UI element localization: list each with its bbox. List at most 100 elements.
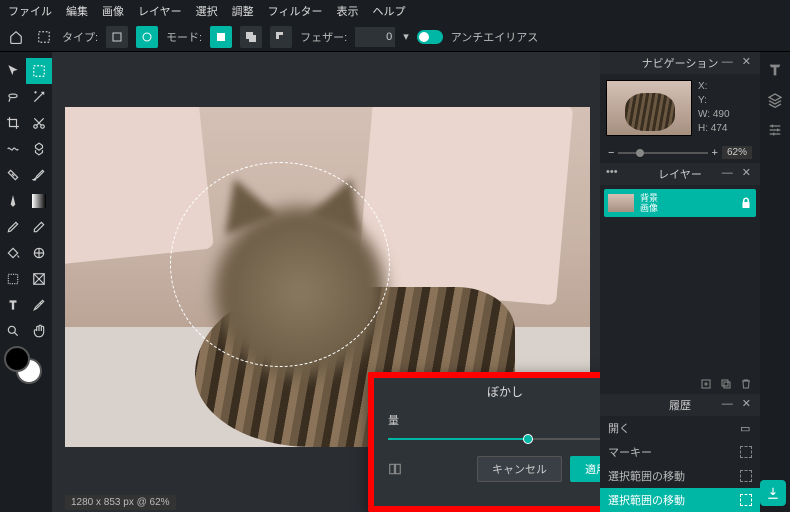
- lock-icon[interactable]: [740, 197, 752, 209]
- menu-file[interactable]: ファイル: [8, 3, 52, 19]
- layers-title: レイヤー: [658, 166, 702, 182]
- home-icon[interactable]: [6, 27, 26, 47]
- replace-color-tool[interactable]: [26, 240, 52, 266]
- brush-tool[interactable]: [26, 162, 52, 188]
- marquee-icon[interactable]: [34, 27, 54, 47]
- amount-label: 量: [388, 412, 399, 428]
- history-item[interactable]: マーキー: [600, 440, 760, 464]
- mode-new-button[interactable]: [210, 26, 232, 48]
- blur-dialog: ぼかし ✕ 量 60 キャンセル 適用: [368, 372, 600, 512]
- menu-view[interactable]: 表示: [336, 3, 358, 19]
- selection-marquee[interactable]: [170, 162, 390, 367]
- foreground-color[interactable]: [4, 346, 30, 372]
- zoom-value: 62%: [722, 146, 752, 159]
- history-item[interactable]: 開く▭: [600, 416, 760, 440]
- shape-tool[interactable]: [0, 266, 26, 292]
- mode-add-button[interactable]: [240, 26, 262, 48]
- wand-tool[interactable]: [26, 84, 52, 110]
- feather-dropdown-icon[interactable]: ▾: [403, 30, 409, 43]
- eraser-tool[interactable]: [26, 214, 52, 240]
- panel-controls[interactable]: — ✕: [722, 166, 754, 179]
- feather-input[interactable]: [355, 27, 395, 47]
- zoom-slider[interactable]: [618, 152, 707, 154]
- antialias-toggle[interactable]: [417, 30, 443, 44]
- canvas-area[interactable]: 1280 x 853 px @ 62% ぼかし ✕ 量 60 キャンセル 適用: [52, 52, 600, 512]
- navigator-title: ナビゲーション: [642, 55, 719, 71]
- frame-tool[interactable]: [26, 266, 52, 292]
- lasso-tool[interactable]: [0, 84, 26, 110]
- history-step-icon: [740, 494, 752, 506]
- zoom-tool[interactable]: [0, 318, 26, 344]
- layer-thumbnail[interactable]: [608, 194, 634, 212]
- type-ellipse-button[interactable]: [136, 26, 158, 48]
- marquee-tool[interactable]: [26, 58, 52, 84]
- color-swatches[interactable]: [0, 344, 52, 388]
- menu-filter[interactable]: フィルター: [268, 3, 323, 19]
- feather-label: フェザー:: [300, 29, 347, 45]
- draw-tool[interactable]: [0, 214, 26, 240]
- mode-sub-button[interactable]: [270, 26, 292, 48]
- adjust-panel-icon[interactable]: [767, 122, 783, 138]
- history-step-icon: ▭: [740, 422, 752, 434]
- menu-adjust[interactable]: 調整: [232, 3, 254, 19]
- add-layer-icon[interactable]: [700, 378, 712, 390]
- text-panel-icon[interactable]: [767, 62, 783, 78]
- type-rect-button[interactable]: [106, 26, 128, 48]
- menu-layer[interactable]: レイヤー: [138, 3, 182, 19]
- history-title: 履歴: [669, 397, 691, 413]
- menu-help[interactable]: ヘルプ: [372, 3, 405, 19]
- duplicate-layer-icon[interactable]: [720, 378, 732, 390]
- history-item[interactable]: 選択範囲の移動: [600, 488, 760, 512]
- right-rail: [760, 52, 790, 512]
- dialog-title: ぼかし ✕: [374, 378, 600, 404]
- tool-palette: [0, 52, 52, 512]
- picker-tool[interactable]: [26, 292, 52, 318]
- type-label: タイプ:: [62, 29, 98, 45]
- download-button[interactable]: [760, 480, 786, 506]
- crop-tool[interactable]: [0, 110, 26, 136]
- zoom-out-button[interactable]: −: [608, 147, 614, 159]
- zoom-in-button[interactable]: +: [712, 147, 718, 159]
- layer-label: 背景 画像: [640, 193, 734, 213]
- hand-tool[interactable]: [26, 318, 52, 344]
- panel-controls[interactable]: — ✕: [722, 55, 754, 68]
- heal-tool[interactable]: [0, 162, 26, 188]
- delete-layer-icon[interactable]: [740, 378, 752, 390]
- panel-menu-icon[interactable]: •••: [606, 166, 618, 178]
- navigator-thumbnail[interactable]: [606, 80, 692, 136]
- clone-tool[interactable]: [26, 136, 52, 162]
- menubar: ファイル 編集 画像 レイヤー 選択 調整 フィルター 表示 ヘルプ: [0, 0, 790, 22]
- fill-tool[interactable]: [0, 240, 26, 266]
- amount-slider[interactable]: [388, 432, 600, 446]
- move-tool[interactable]: [0, 58, 26, 84]
- layers-header: ••• レイヤー — ✕: [600, 163, 760, 185]
- dialog-title-text: ぼかし: [487, 383, 523, 400]
- menu-edit[interactable]: 編集: [66, 3, 88, 19]
- menu-select[interactable]: 選択: [196, 3, 218, 19]
- menu-image[interactable]: 画像: [102, 3, 124, 19]
- layers-panel-icon[interactable]: [767, 92, 783, 108]
- navigator-header: ナビゲーション — ✕: [600, 52, 760, 74]
- sharpen-tool[interactable]: [0, 188, 26, 214]
- history-item[interactable]: 選択範囲の移動: [600, 464, 760, 488]
- cut-tool[interactable]: [26, 110, 52, 136]
- compare-icon[interactable]: [388, 462, 402, 476]
- liquify-tool[interactable]: [0, 136, 26, 162]
- right-panels: ナビゲーション — ✕ X: Y: W: 490 H: 474 − + 62% …: [600, 52, 760, 512]
- text-tool[interactable]: [0, 292, 26, 318]
- layer-item[interactable]: 背景 画像: [604, 189, 756, 217]
- antialias-label: アンチエイリアス: [451, 29, 539, 45]
- history-header: 履歴 — ✕: [600, 394, 760, 416]
- layers-body: 背景 画像: [600, 185, 760, 221]
- navigator-body: X: Y: W: 490 H: 474: [600, 74, 760, 142]
- history-body: 開く▭ マーキー 選択範囲の移動 選択範囲の移動: [600, 416, 760, 512]
- history-step-icon: [740, 470, 752, 482]
- mode-label: モード:: [166, 29, 202, 45]
- cancel-button[interactable]: キャンセル: [477, 456, 562, 482]
- options-toolbar: タイプ: モード: フェザー: ▾ アンチエイリアス: [0, 22, 790, 52]
- status-bar: 1280 x 853 px @ 62%: [65, 495, 176, 510]
- apply-button[interactable]: 適用: [570, 456, 600, 482]
- gradient-tool[interactable]: [26, 188, 52, 214]
- panel-controls[interactable]: — ✕: [722, 397, 754, 410]
- navigator-info: X: Y: W: 490 H: 474: [698, 80, 730, 136]
